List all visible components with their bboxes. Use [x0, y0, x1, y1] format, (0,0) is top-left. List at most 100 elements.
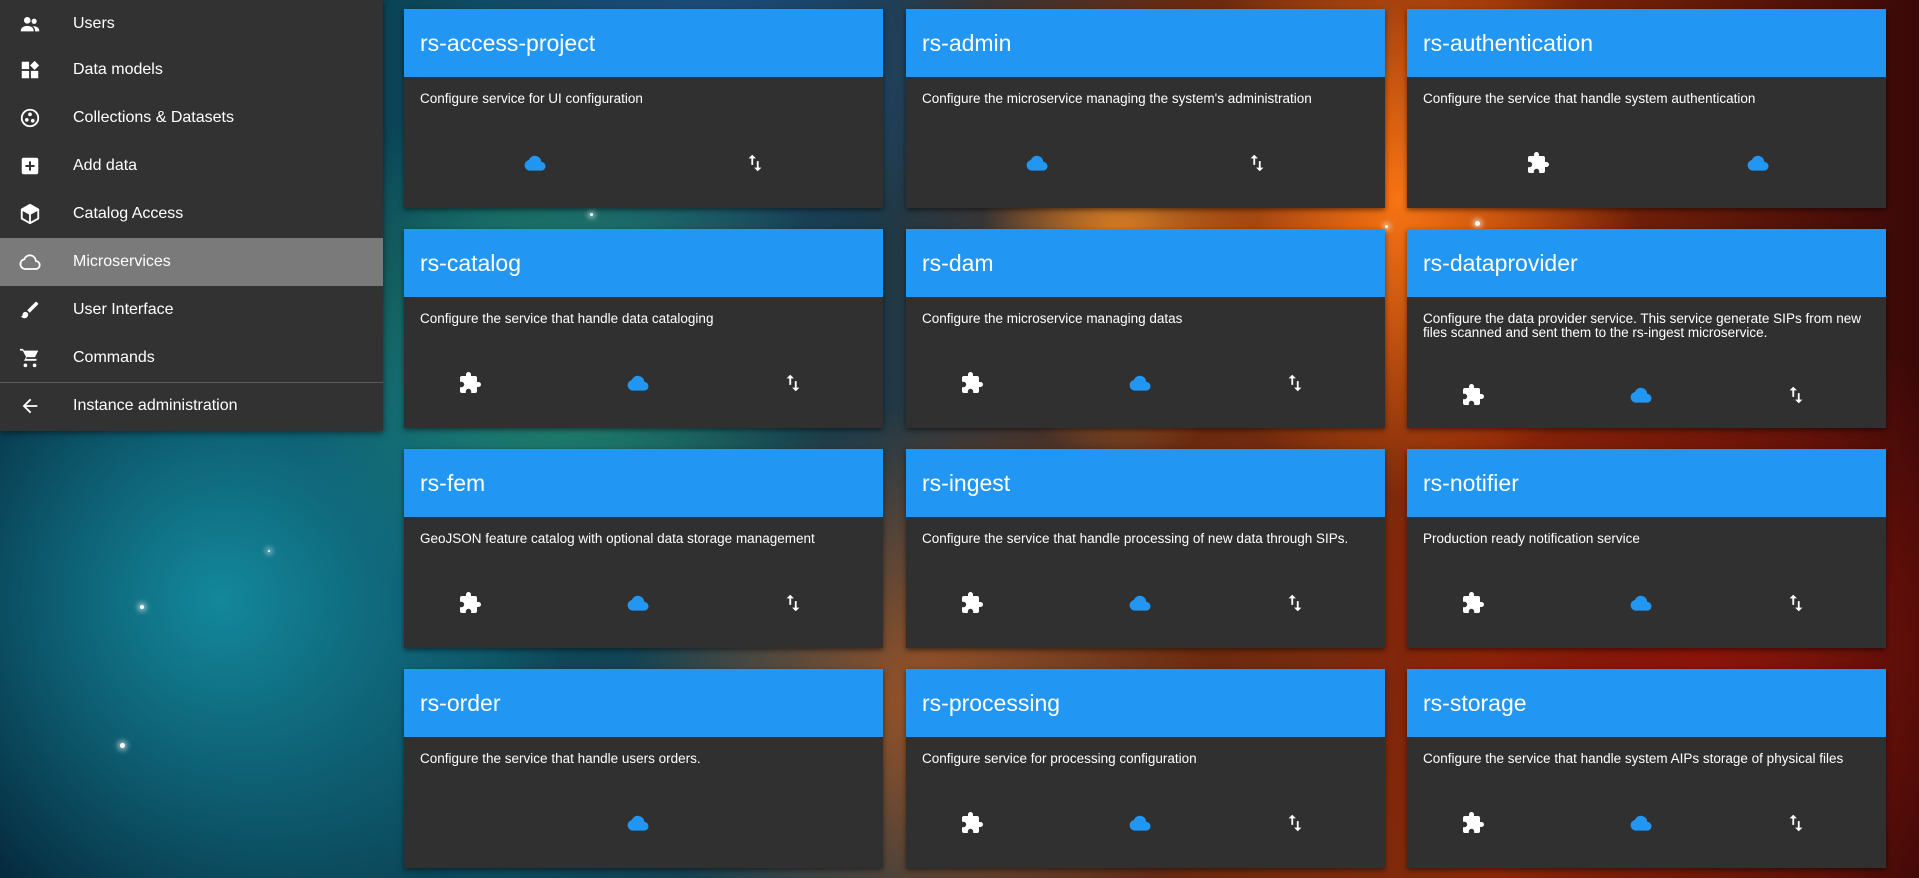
- swap-vert-action-button[interactable]: [779, 589, 807, 617]
- card-actions: [404, 139, 883, 187]
- cloud-action-button[interactable]: [1126, 589, 1154, 617]
- card-title: rs-notifier: [1423, 469, 1519, 496]
- cloud-icon: [1127, 370, 1153, 396]
- cloud-icon: [1127, 810, 1153, 836]
- sidebar-item-label: Collections & Datasets: [73, 109, 234, 126]
- users-icon: [18, 12, 42, 36]
- puzzle-action-button[interactable]: [958, 589, 986, 617]
- cloud-outline-icon: [18, 250, 42, 274]
- swap-vert-action-button[interactable]: [1782, 381, 1810, 409]
- microservice-card-rs-access-project: rs-access-project Configure service for U…: [404, 9, 883, 208]
- sidebar-item-commands[interactable]: Commands: [0, 334, 383, 382]
- cloud-action-button[interactable]: [521, 149, 549, 177]
- microservice-card-rs-processing: rs-processing Configure service for proce…: [906, 669, 1385, 868]
- sidebar-item-catalog-access[interactable]: Catalog Access: [0, 190, 383, 238]
- background-star: [1385, 225, 1388, 228]
- puzzle-action-button[interactable]: [958, 369, 986, 397]
- puzzle-icon: [1461, 811, 1485, 835]
- swap-vert-icon: [782, 372, 804, 394]
- puzzle-icon: [458, 371, 482, 395]
- puzzle-icon: [1526, 151, 1550, 175]
- card-header: rs-storage: [1407, 669, 1886, 737]
- background-star: [590, 213, 593, 216]
- puzzle-action-button[interactable]: [1459, 809, 1487, 837]
- microservice-card-rs-dataprovider: rs-dataprovider Configure the data provid…: [1407, 229, 1886, 428]
- swap-vert-action-button[interactable]: [741, 149, 769, 177]
- sidebar-item-label: Catalog Access: [73, 205, 184, 222]
- add-box-icon: [18, 154, 42, 178]
- puzzle-action-button[interactable]: [958, 809, 986, 837]
- card-description: Configure the service that handle proces…: [922, 531, 1349, 546]
- card-title: rs-catalog: [420, 249, 521, 276]
- puzzle-action-button[interactable]: [456, 589, 484, 617]
- puzzle-icon: [1461, 383, 1485, 407]
- cloud-icon: [625, 810, 651, 836]
- cloud-icon: [1024, 150, 1050, 176]
- swap-vert-action-button[interactable]: [1281, 589, 1309, 617]
- swap-vert-action-button[interactable]: [1782, 589, 1810, 617]
- cloud-icon: [1127, 590, 1153, 616]
- cloud-action-button[interactable]: [624, 369, 652, 397]
- cube-icon: [18, 202, 42, 226]
- sidebar-item-user-interface[interactable]: User Interface: [0, 286, 383, 334]
- microservice-card-rs-catalog: rs-catalog Configure the service that han…: [404, 229, 883, 428]
- card-description: Configure the microservice managing data…: [922, 311, 1183, 326]
- swap-vert-icon: [1785, 384, 1807, 406]
- card-description: Configure the service that handle system…: [1423, 91, 1756, 106]
- puzzle-icon: [1461, 591, 1485, 615]
- cloud-icon: [1628, 810, 1654, 836]
- cloud-action-button[interactable]: [624, 589, 652, 617]
- cloud-action-button[interactable]: [1627, 809, 1655, 837]
- swap-vert-action-button[interactable]: [1782, 809, 1810, 837]
- sidebar-item-users[interactable]: Users: [0, 0, 383, 48]
- cloud-action-button[interactable]: [1744, 149, 1772, 177]
- microservice-card-rs-order: rs-order Configure the service that handl…: [404, 669, 883, 868]
- swap-vert-action-button[interactable]: [779, 369, 807, 397]
- sidebar-item-label: Users: [73, 15, 115, 32]
- card-title: rs-access-project: [420, 29, 596, 56]
- dashboard-icon: [18, 58, 42, 82]
- card-header: rs-access-project: [404, 9, 883, 77]
- cloud-action-button[interactable]: [1627, 589, 1655, 617]
- cloud-action-button[interactable]: [1126, 809, 1154, 837]
- card-header: rs-admin: [906, 9, 1385, 77]
- card-actions: [1407, 799, 1886, 847]
- cloud-icon: [1628, 590, 1654, 616]
- cloud-icon: [625, 370, 651, 396]
- card-title: rs-dam: [922, 249, 994, 276]
- swap-vert-icon: [744, 152, 766, 174]
- puzzle-action-button[interactable]: [456, 369, 484, 397]
- sidebar-item-label: Data models: [73, 61, 163, 78]
- swap-vert-action-button[interactable]: [1281, 369, 1309, 397]
- cloud-action-button[interactable]: [1627, 381, 1655, 409]
- card-actions: [906, 579, 1385, 627]
- swap-vert-action-button[interactable]: [1281, 809, 1309, 837]
- swap-vert-icon: [1284, 592, 1306, 614]
- sidebar-item-instance-administration[interactable]: Instance administration: [0, 382, 383, 430]
- cloud-action-button[interactable]: [624, 809, 652, 837]
- bubbles-icon: [18, 106, 42, 130]
- card-header: rs-dam: [906, 229, 1385, 297]
- card-description: Configure the microservice managing the …: [922, 91, 1312, 106]
- sidebar-item-microservices[interactable]: Microservices: [0, 238, 383, 286]
- puzzle-icon: [960, 591, 984, 615]
- card-title: rs-order: [420, 689, 501, 716]
- swap-vert-icon: [1284, 812, 1306, 834]
- card-title: rs-fem: [420, 469, 486, 496]
- cloud-action-button[interactable]: [1023, 149, 1051, 177]
- sidebar-item-label: Microservices: [73, 253, 171, 270]
- cloud-action-button[interactable]: [1126, 369, 1154, 397]
- card-header: rs-dataprovider: [1407, 229, 1886, 297]
- puzzle-action-button[interactable]: [1459, 589, 1487, 617]
- sidebar-item-data-models[interactable]: Data models: [0, 46, 383, 94]
- puzzle-action-button[interactable]: [1459, 381, 1487, 409]
- puzzle-icon: [458, 591, 482, 615]
- card-description: Configure the data provider service. Thi…: [1423, 311, 1861, 340]
- sidebar-item-collections-datasets[interactable]: Collections & Datasets: [0, 94, 383, 142]
- sidebar-item-add-data[interactable]: Add data: [0, 142, 383, 190]
- puzzle-action-button[interactable]: [1524, 149, 1552, 177]
- card-actions: [906, 139, 1385, 187]
- sidebar-item-label: Instance administration: [73, 397, 238, 414]
- background-star: [1475, 221, 1480, 226]
- swap-vert-action-button[interactable]: [1243, 149, 1271, 177]
